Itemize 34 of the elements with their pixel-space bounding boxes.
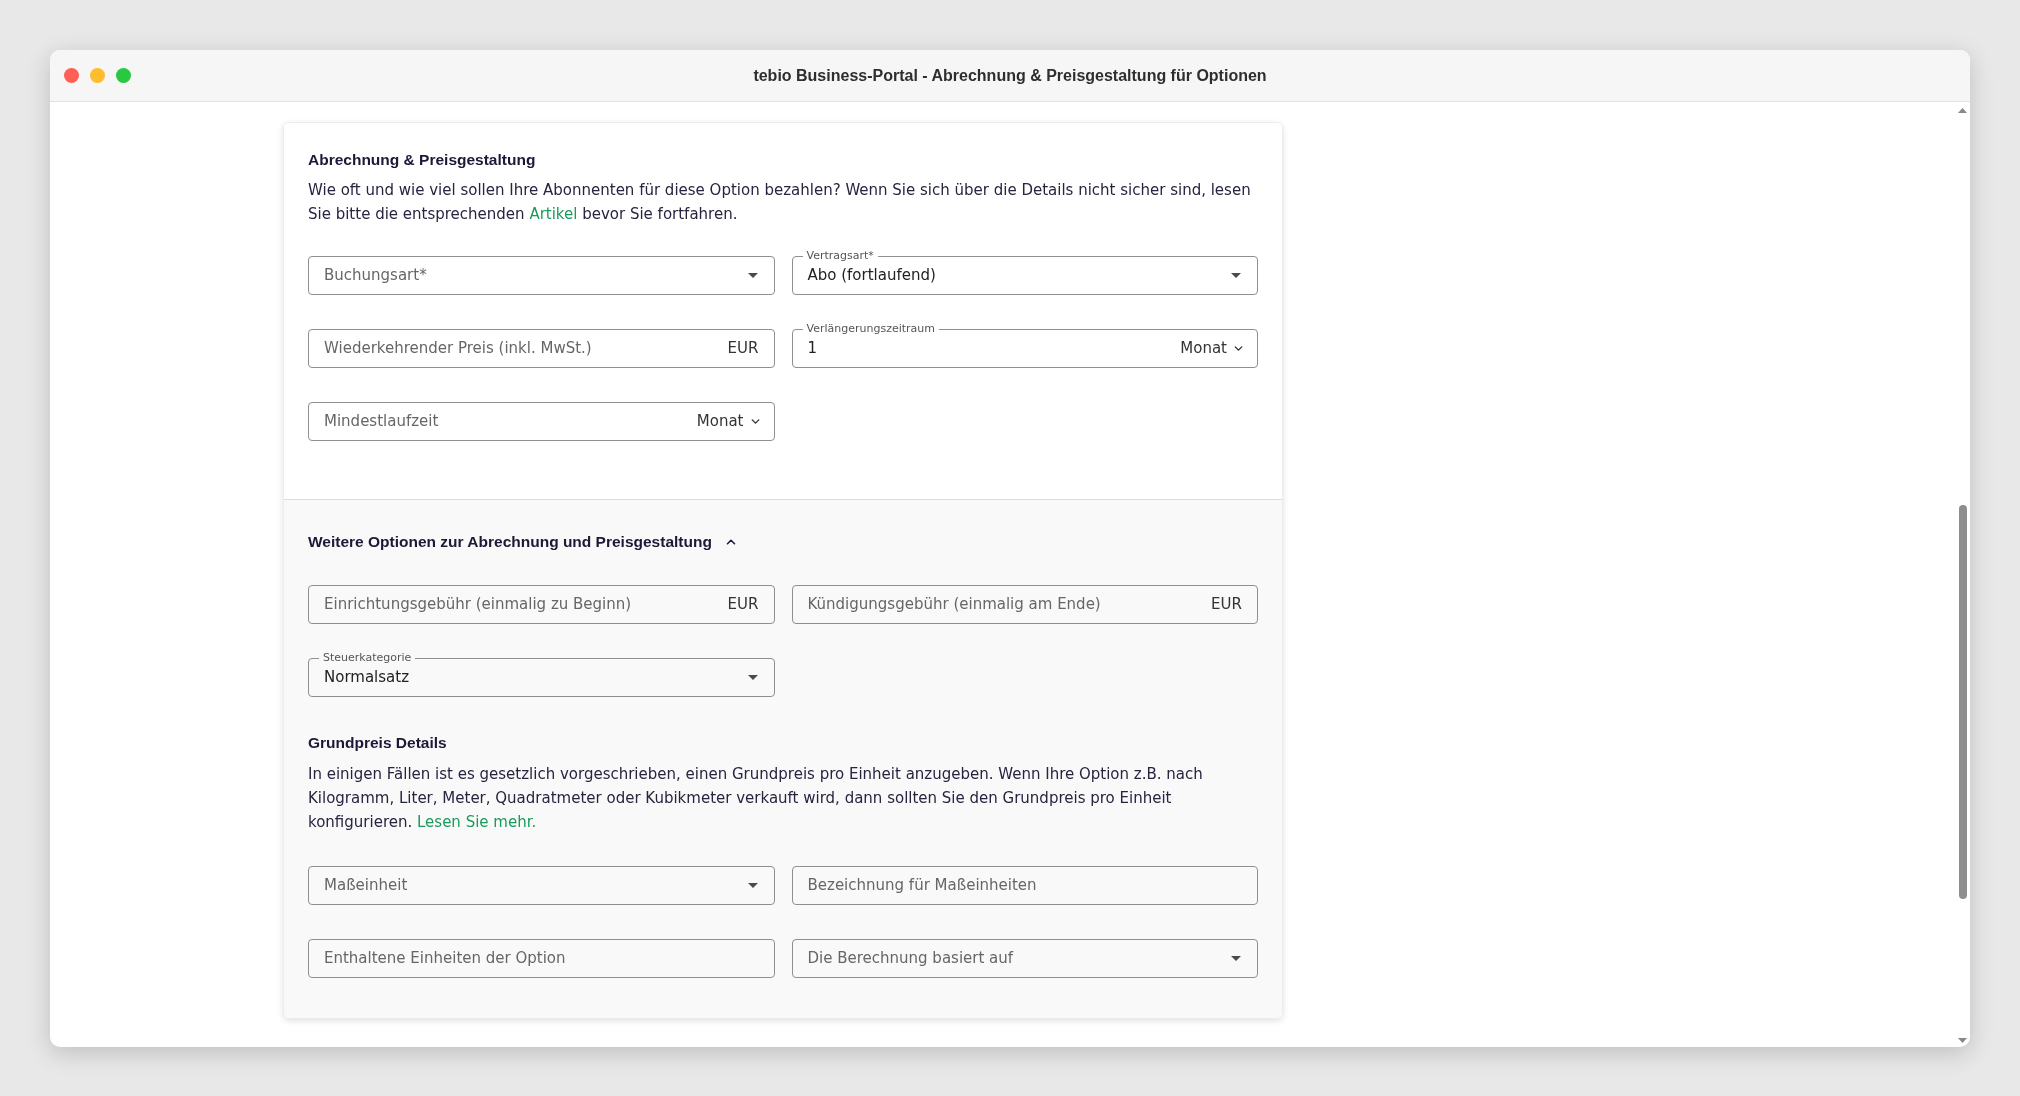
- description-text: In einigen Fällen ist es gesetzlich vorgeschrieben, einen Grundpreis pro Einheit anzugeben. Wenn Ihre Option z.B. nach Kilogramm, Liter, Meter, Quadratmeter oder Kubikmeter verkauft wird, dann sollten Sie den Grundpreis pro Einheit konfigurieren. Lesen Sie mehr.: [308, 764, 1204, 833]
- scrollbar-thumb[interactable]: [1958, 505, 1967, 899]
- price-input-field[interactable]: Einrichtungsgebühr (einmalig zu Beginn) EUR: [308, 585, 775, 624]
- currency-label: EUR: [727, 594, 759, 616]
- caret-down-icon: [1231, 273, 1241, 278]
- section-heading: Grundpreis Details: [308, 733, 448, 753]
- currency-label: EUR: [1211, 594, 1242, 616]
- caret-down-icon: [747, 675, 758, 680]
- unit-dropdown-button[interactable]: Monat: [696, 410, 762, 433]
- dropdown-field[interactable]: Maßeinheit: [308, 866, 775, 905]
- field-label: Steuerkategorie: [319, 651, 416, 665]
- currency-label: EUR: [727, 338, 759, 360]
- text-input-field[interactable]: Bezeichnung für Maßeinheiten: [791, 866, 1258, 905]
- price-input-field[interactable]: Wiederkehrender Preis (inkl. MwSt.) EUR: [308, 329, 775, 368]
- window-title: tebio Business-Portal - Abrechnung & Preisgestaltung für Optionen: [753, 65, 1267, 86]
- duration-input-field[interactable]: Mindestlaufzeit Monat: [308, 402, 775, 441]
- article-link[interactable]: Artikel: [529, 205, 578, 223]
- dropdown-field[interactable]: Buchungsart*: [308, 256, 775, 295]
- caret-down-icon: [747, 273, 758, 278]
- caret-down-icon: [747, 883, 758, 888]
- description-text: Wie oft und wie viel sollen Ihre Abonnenten für diese Option bezahlen? Wenn Sie sich über die Details nicht sicher sind, lesen Sie bitte die entsprechenden Artikel bevor Sie fortfahren.: [308, 180, 1252, 225]
- unit-dropdown-button[interactable]: Monat: [1180, 337, 1245, 360]
- maximize-button[interactable]: [116, 68, 131, 83]
- close-button[interactable]: [64, 68, 79, 83]
- price-input-field[interactable]: Kündigungsgebühr (einmalig am Ende) EUR: [791, 585, 1258, 624]
- scroll-up-icon[interactable]: [1958, 108, 1967, 113]
- scroll-down-icon[interactable]: [1958, 1038, 1967, 1043]
- section-heading: Abrechnung & Preisgestaltung: [308, 150, 537, 170]
- field-label: Vertragsart*: [802, 249, 878, 263]
- field-label: Verlängerungszeitraum: [802, 322, 940, 336]
- caret-down-icon: [1231, 956, 1241, 961]
- text-input-field[interactable]: Enthaltene Einheiten der Option: [308, 939, 775, 978]
- section-toggle[interactable]: Weitere Optionen zur Abrechnung und Preisgestaltung: [308, 532, 738, 552]
- dropdown-field[interactable]: Die Berechnung basiert auf: [791, 939, 1258, 978]
